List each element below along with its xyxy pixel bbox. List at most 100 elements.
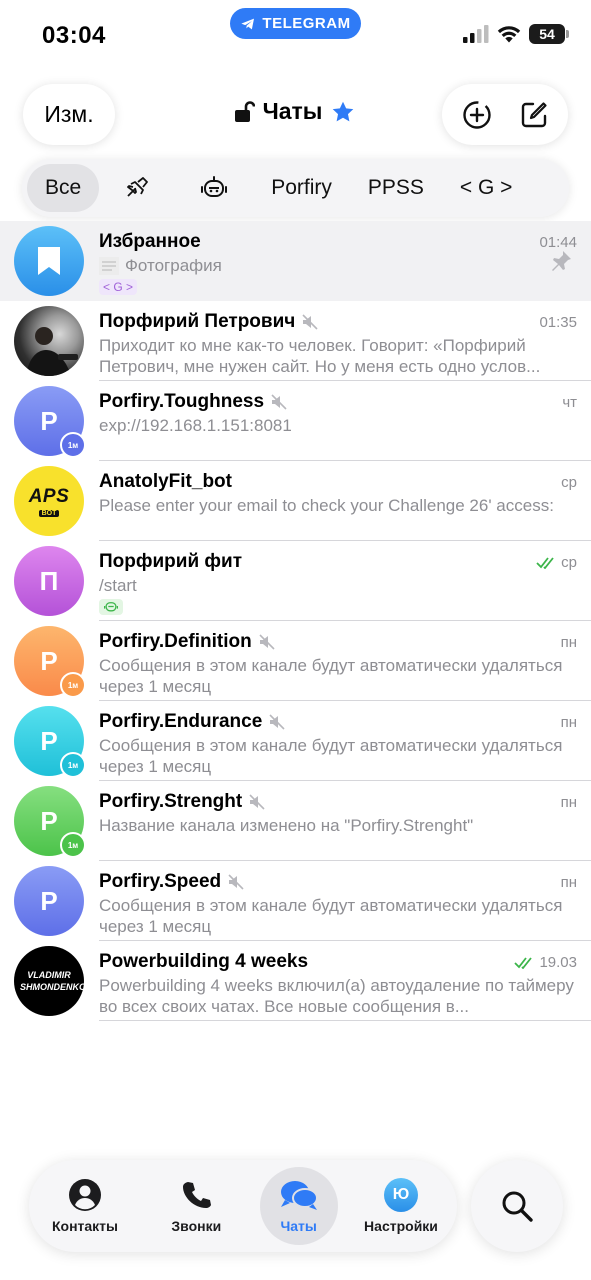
folder-tab-airplane[interactable] <box>99 164 175 212</box>
avatar: APS BOT <box>14 466 84 536</box>
star-icon[interactable] <box>330 99 356 125</box>
chat-time: 01:35 <box>539 314 577 331</box>
chat-time: пн <box>560 874 577 891</box>
tab-label: Чаты <box>280 1218 317 1234</box>
header-actions <box>442 84 568 145</box>
tab-label: Настройки <box>364 1218 438 1234</box>
timer-badge-icon: 1м <box>60 832 86 858</box>
folder-tab-bots[interactable] <box>175 164 253 212</box>
new-story-button[interactable] <box>457 95 497 135</box>
chat-preview: Приходит ко мне как-то человек. Говорит:… <box>99 336 541 376</box>
person-icon <box>69 1179 101 1211</box>
tab-label: Контакты <box>51 1218 118 1234</box>
chat-preview: Фотография <box>99 255 577 276</box>
muted-icon <box>259 634 275 650</box>
tab-label: Звонки <box>171 1218 222 1234</box>
chat-row[interactable]: П Порфирий фит ср /start <box>0 541 591 621</box>
chat-name: AnatolyFit_bot <box>99 471 232 492</box>
tab-settings[interactable]: Ю Настройки <box>353 1167 449 1245</box>
chat-time: пн <box>560 794 577 811</box>
avatar <box>14 306 84 376</box>
avatar: П <box>14 546 84 616</box>
chat-name: Powerbuilding 4 weeks <box>99 951 309 972</box>
timer-badge-icon: 1м <box>60 432 86 458</box>
folder-tab-porfiry[interactable]: Porfiry <box>253 164 350 212</box>
avatar <box>14 226 84 296</box>
avatar: P 1м <box>14 386 86 458</box>
pin-icon <box>552 251 571 271</box>
chat-time: 19.03 <box>514 954 577 971</box>
compose-button[interactable] <box>514 95 554 135</box>
muted-icon <box>302 314 318 330</box>
page-title-text: Чаты <box>262 98 323 124</box>
chat-preview: Сообщения в этом канале будут автоматиче… <box>99 736 563 776</box>
chat-row[interactable]: Порфирий Петрович 01:35 Приходит ко мне … <box>0 301 591 381</box>
robot-icon <box>103 602 119 612</box>
telegram-pill[interactable]: TELEGRAM <box>230 8 361 39</box>
chat-name: Porfiry.Definition <box>99 631 276 653</box>
compose-icon <box>521 101 547 127</box>
chat-time: ср <box>536 554 577 571</box>
profile-avatar-icon: Ю <box>383 1178 418 1212</box>
folder-tab-all[interactable]: Все <box>27 164 100 212</box>
chat-list: Избранное 01:44 Фотография < G > Порфири… <box>0 221 591 1021</box>
timer-badge-icon: 1м <box>60 672 86 698</box>
chat-preview: /start <box>99 576 137 595</box>
add-circle-icon <box>462 100 491 129</box>
tab-chats[interactable]: Чаты <box>259 1167 338 1245</box>
system-icons: 54 <box>463 24 569 44</box>
muted-icon <box>269 714 285 730</box>
chat-row[interactable]: P 1м Porfiry.Endurance пн Сообщения в эт… <box>0 701 591 781</box>
chat-time: ср <box>561 474 577 491</box>
robot-icon <box>201 176 228 197</box>
chat-row[interactable]: P 1м Porfiry.Strenght пн Название канала… <box>0 781 591 861</box>
search-button[interactable] <box>471 1160 563 1252</box>
chat-row[interactable]: P 1м Porfiry.Toughness чт exp://192.168.… <box>0 381 591 461</box>
tab-contacts[interactable]: Контакты <box>37 1167 133 1245</box>
chat-time: чт <box>562 394 577 411</box>
chat-preview: Please enter your email to check your Ch… <box>99 496 554 515</box>
folder-tag <box>99 599 123 615</box>
unlock-icon[interactable] <box>234 100 255 123</box>
chat-preview: Powerbuilding 4 weeks включил(а) автоуда… <box>99 976 574 1016</box>
chat-name: Порфирий фит <box>99 551 243 572</box>
search-icon <box>502 1191 533 1222</box>
double-check-icon <box>514 956 533 969</box>
chat-name: Porfiry.Toughness <box>99 391 288 413</box>
double-check-icon <box>536 556 554 569</box>
tab-calls[interactable]: Звонки <box>148 1167 244 1245</box>
phone-icon <box>183 1182 212 1208</box>
folder-tabs: Все Porfiry PPSS < G > <box>22 159 569 217</box>
chat-time: пн <box>560 634 577 651</box>
chat-row[interactable]: VLADIMIR SHMONDENKO Powerbuilding 4 week… <box>0 941 591 1021</box>
airplane-icon <box>127 177 149 197</box>
timer-badge-icon: 1м <box>60 752 86 778</box>
photo-thumbnail-icon <box>99 256 119 275</box>
muted-icon <box>249 794 265 810</box>
muted-icon <box>228 874 244 890</box>
clock: 03:04 <box>42 22 106 49</box>
folder-tag: < G > <box>99 279 138 295</box>
chat-row-saved-messages[interactable]: Избранное 01:44 Фотография < G > <box>0 221 591 301</box>
muted-icon <box>271 394 287 410</box>
avatar: P 1м <box>14 626 86 698</box>
wifi-icon <box>497 26 521 43</box>
chat-name: Избранное <box>99 231 201 252</box>
chat-preview: Сообщения в этом канале будут автоматиче… <box>99 896 563 936</box>
chat-time: пн <box>560 714 577 731</box>
chat-name: Porfiry.Speed <box>99 871 245 893</box>
avatar: P 1м <box>14 706 86 778</box>
battery-indicator: 54 <box>529 24 569 44</box>
chat-row[interactable]: P 1м Porfiry.Definition пн Сообщения в э… <box>0 621 591 701</box>
telegram-icon <box>241 18 255 29</box>
chat-name: Porfiry.Strenght <box>99 791 266 813</box>
tab-bar: Контакты Звонки Чаты Ю Настройки <box>29 1160 457 1252</box>
folder-tab-g[interactable]: < G > <box>442 164 531 212</box>
status-bar: 03:04 TELEGRAM 54 <box>0 0 591 70</box>
folder-tab-ppss[interactable]: PPSS <box>350 164 442 212</box>
avatar: P <box>14 866 84 936</box>
chat-name: Porfiry.Endurance <box>99 711 286 733</box>
avatar: P 1м <box>14 786 86 858</box>
chat-row[interactable]: APS BOT AnatolyFit_bot ср Please enter y… <box>0 461 591 541</box>
chat-row[interactable]: P Porfiry.Speed пн Сообщения в этом кана… <box>0 861 591 941</box>
